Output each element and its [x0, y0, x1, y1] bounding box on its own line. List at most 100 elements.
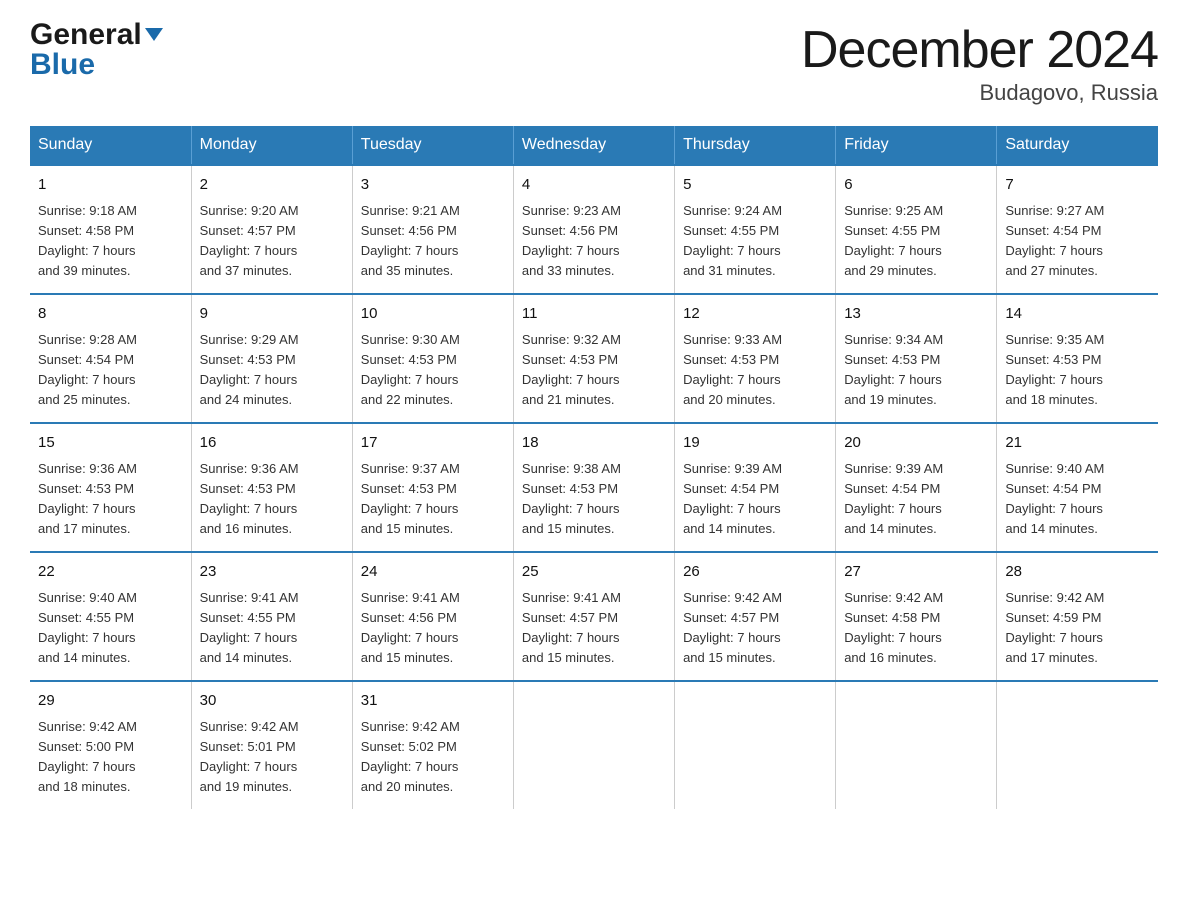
- calendar-cell: 3 Sunrise: 9:21 AM Sunset: 4:56 PM Dayli…: [352, 165, 513, 294]
- day-number: 27: [844, 561, 988, 584]
- day-number: 8: [38, 303, 183, 326]
- calendar-cell: 31 Sunrise: 9:42 AM Sunset: 5:02 PM Dayl…: [352, 681, 513, 809]
- day-number: 14: [1005, 303, 1150, 326]
- day-info: Sunrise: 9:29 AM Sunset: 4:53 PM Dayligh…: [200, 330, 344, 411]
- day-number: 25: [522, 561, 666, 584]
- day-info: Sunrise: 9:41 AM Sunset: 4:56 PM Dayligh…: [361, 588, 505, 669]
- header-thursday: Thursday: [675, 126, 836, 165]
- week-row-3: 15 Sunrise: 9:36 AM Sunset: 4:53 PM Dayl…: [30, 423, 1158, 552]
- day-info: Sunrise: 9:32 AM Sunset: 4:53 PM Dayligh…: [522, 330, 666, 411]
- header-friday: Friday: [836, 126, 997, 165]
- calendar-table: SundayMondayTuesdayWednesdayThursdayFrid…: [30, 126, 1158, 809]
- calendar-cell: 4 Sunrise: 9:23 AM Sunset: 4:56 PM Dayli…: [513, 165, 674, 294]
- calendar-cell: 21 Sunrise: 9:40 AM Sunset: 4:54 PM Dayl…: [997, 423, 1158, 552]
- calendar-cell: 30 Sunrise: 9:42 AM Sunset: 5:01 PM Dayl…: [191, 681, 352, 809]
- logo: General Blue: [30, 20, 163, 80]
- day-info: Sunrise: 9:36 AM Sunset: 4:53 PM Dayligh…: [38, 459, 183, 540]
- day-info: Sunrise: 9:42 AM Sunset: 5:00 PM Dayligh…: [38, 717, 183, 798]
- calendar-cell: 5 Sunrise: 9:24 AM Sunset: 4:55 PM Dayli…: [675, 165, 836, 294]
- day-info: Sunrise: 9:37 AM Sunset: 4:53 PM Dayligh…: [361, 459, 505, 540]
- day-number: 20: [844, 432, 988, 455]
- calendar-cell: [836, 681, 997, 809]
- day-info: Sunrise: 9:35 AM Sunset: 4:53 PM Dayligh…: [1005, 330, 1150, 411]
- calendar-cell: 29 Sunrise: 9:42 AM Sunset: 5:00 PM Dayl…: [30, 681, 191, 809]
- month-year-title: December 2024: [801, 20, 1158, 80]
- calendar-cell: 23 Sunrise: 9:41 AM Sunset: 4:55 PM Dayl…: [191, 552, 352, 681]
- calendar-cell: 19 Sunrise: 9:39 AM Sunset: 4:54 PM Dayl…: [675, 423, 836, 552]
- day-number: 29: [38, 690, 183, 713]
- day-number: 31: [361, 690, 505, 713]
- day-number: 2: [200, 174, 344, 197]
- day-info: Sunrise: 9:42 AM Sunset: 5:02 PM Dayligh…: [361, 717, 505, 798]
- day-info: Sunrise: 9:18 AM Sunset: 4:58 PM Dayligh…: [38, 201, 183, 282]
- day-info: Sunrise: 9:25 AM Sunset: 4:55 PM Dayligh…: [844, 201, 988, 282]
- calendar-cell: 7 Sunrise: 9:27 AM Sunset: 4:54 PM Dayli…: [997, 165, 1158, 294]
- calendar-cell: 14 Sunrise: 9:35 AM Sunset: 4:53 PM Dayl…: [997, 294, 1158, 423]
- day-info: Sunrise: 9:40 AM Sunset: 4:54 PM Dayligh…: [1005, 459, 1150, 540]
- day-number: 6: [844, 174, 988, 197]
- day-info: Sunrise: 9:28 AM Sunset: 4:54 PM Dayligh…: [38, 330, 183, 411]
- header-saturday: Saturday: [997, 126, 1158, 165]
- day-number: 11: [522, 303, 666, 326]
- day-number: 4: [522, 174, 666, 197]
- calendar-cell: 26 Sunrise: 9:42 AM Sunset: 4:57 PM Dayl…: [675, 552, 836, 681]
- logo-blue-text: Blue: [30, 48, 95, 81]
- day-info: Sunrise: 9:33 AM Sunset: 4:53 PM Dayligh…: [683, 330, 827, 411]
- day-info: Sunrise: 9:30 AM Sunset: 4:53 PM Dayligh…: [361, 330, 505, 411]
- day-number: 24: [361, 561, 505, 584]
- header-wednesday: Wednesday: [513, 126, 674, 165]
- header-tuesday: Tuesday: [352, 126, 513, 165]
- day-info: Sunrise: 9:41 AM Sunset: 4:55 PM Dayligh…: [200, 588, 344, 669]
- calendar-cell: 9 Sunrise: 9:29 AM Sunset: 4:53 PM Dayli…: [191, 294, 352, 423]
- calendar-cell: 16 Sunrise: 9:36 AM Sunset: 4:53 PM Dayl…: [191, 423, 352, 552]
- calendar-cell: 2 Sunrise: 9:20 AM Sunset: 4:57 PM Dayli…: [191, 165, 352, 294]
- calendar-cell: 13 Sunrise: 9:34 AM Sunset: 4:53 PM Dayl…: [836, 294, 997, 423]
- day-info: Sunrise: 9:20 AM Sunset: 4:57 PM Dayligh…: [200, 201, 344, 282]
- day-number: 21: [1005, 432, 1150, 455]
- calendar-cell: 1 Sunrise: 9:18 AM Sunset: 4:58 PM Dayli…: [30, 165, 191, 294]
- calendar-cell: 27 Sunrise: 9:42 AM Sunset: 4:58 PM Dayl…: [836, 552, 997, 681]
- day-number: 26: [683, 561, 827, 584]
- day-number: 17: [361, 432, 505, 455]
- calendar-cell: 15 Sunrise: 9:36 AM Sunset: 4:53 PM Dayl…: [30, 423, 191, 552]
- day-number: 9: [200, 303, 344, 326]
- day-info: Sunrise: 9:39 AM Sunset: 4:54 PM Dayligh…: [683, 459, 827, 540]
- calendar-cell: 10 Sunrise: 9:30 AM Sunset: 4:53 PM Dayl…: [352, 294, 513, 423]
- calendar-cell: 6 Sunrise: 9:25 AM Sunset: 4:55 PM Dayli…: [836, 165, 997, 294]
- day-info: Sunrise: 9:42 AM Sunset: 4:59 PM Dayligh…: [1005, 588, 1150, 669]
- header-monday: Monday: [191, 126, 352, 165]
- day-info: Sunrise: 9:24 AM Sunset: 4:55 PM Dayligh…: [683, 201, 827, 282]
- week-row-2: 8 Sunrise: 9:28 AM Sunset: 4:54 PM Dayli…: [30, 294, 1158, 423]
- day-number: 3: [361, 174, 505, 197]
- week-row-5: 29 Sunrise: 9:42 AM Sunset: 5:00 PM Dayl…: [30, 681, 1158, 809]
- logo-triangle-icon: [145, 28, 163, 41]
- day-number: 5: [683, 174, 827, 197]
- calendar-cell: 25 Sunrise: 9:41 AM Sunset: 4:57 PM Dayl…: [513, 552, 674, 681]
- calendar-cell: 28 Sunrise: 9:42 AM Sunset: 4:59 PM Dayl…: [997, 552, 1158, 681]
- day-number: 19: [683, 432, 827, 455]
- day-info: Sunrise: 9:42 AM Sunset: 5:01 PM Dayligh…: [200, 717, 344, 798]
- day-info: Sunrise: 9:34 AM Sunset: 4:53 PM Dayligh…: [844, 330, 988, 411]
- day-number: 30: [200, 690, 344, 713]
- calendar-cell: 12 Sunrise: 9:33 AM Sunset: 4:53 PM Dayl…: [675, 294, 836, 423]
- week-row-4: 22 Sunrise: 9:40 AM Sunset: 4:55 PM Dayl…: [30, 552, 1158, 681]
- day-number: 10: [361, 303, 505, 326]
- title-block: December 2024 Budagovo, Russia: [801, 20, 1158, 106]
- day-number: 18: [522, 432, 666, 455]
- day-number: 15: [38, 432, 183, 455]
- day-info: Sunrise: 9:40 AM Sunset: 4:55 PM Dayligh…: [38, 588, 183, 669]
- day-info: Sunrise: 9:42 AM Sunset: 4:57 PM Dayligh…: [683, 588, 827, 669]
- day-info: Sunrise: 9:27 AM Sunset: 4:54 PM Dayligh…: [1005, 201, 1150, 282]
- day-number: 13: [844, 303, 988, 326]
- day-info: Sunrise: 9:38 AM Sunset: 4:53 PM Dayligh…: [522, 459, 666, 540]
- day-info: Sunrise: 9:39 AM Sunset: 4:54 PM Dayligh…: [844, 459, 988, 540]
- day-number: 23: [200, 561, 344, 584]
- header-sunday: Sunday: [30, 126, 191, 165]
- calendar-cell: 24 Sunrise: 9:41 AM Sunset: 4:56 PM Dayl…: [352, 552, 513, 681]
- calendar-cell: [675, 681, 836, 809]
- day-number: 1: [38, 174, 183, 197]
- calendar-cell: [513, 681, 674, 809]
- page-header: General Blue December 2024 Budagovo, Rus…: [30, 20, 1158, 106]
- location-label: Budagovo, Russia: [801, 80, 1158, 106]
- day-number: 28: [1005, 561, 1150, 584]
